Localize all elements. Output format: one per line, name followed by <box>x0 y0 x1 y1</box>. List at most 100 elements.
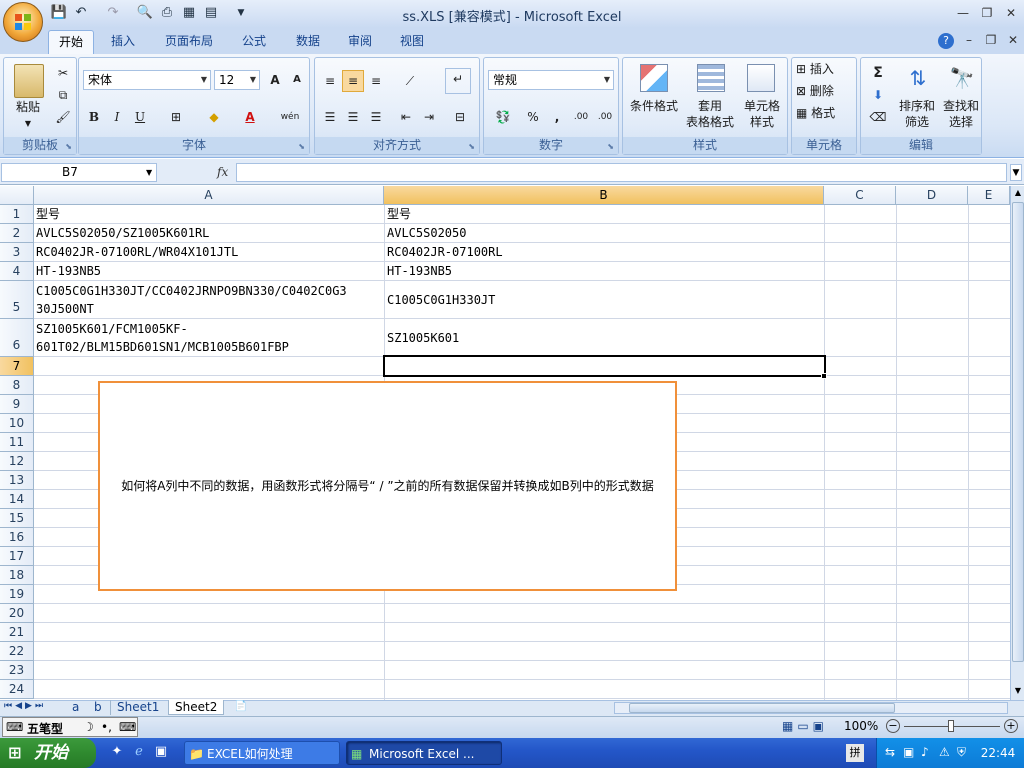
find-select-button[interactable]: 选择 <box>939 115 983 130</box>
percent-button[interactable]: % <box>522 106 544 128</box>
sort-filter-button[interactable]: 筛选 <box>895 115 939 130</box>
font-name-combo[interactable]: 宋体 ▼ <box>83 70 211 90</box>
tray-volume-icon[interactable]: ♪ <box>921 745 929 759</box>
number-format-dropdown-icon[interactable]: ▼ <box>604 71 610 89</box>
zoom-out-icon[interactable]: − <box>886 719 900 733</box>
row-header-2[interactable]: 2 <box>0 224 34 243</box>
row-header-22[interactable]: 22 <box>0 642 34 661</box>
workbook-minimize-icon[interactable]: – <box>958 32 980 48</box>
row-header-23[interactable]: 23 <box>0 661 34 680</box>
row-header-10[interactable]: 10 <box>0 414 34 433</box>
insert-sheet-icon[interactable]: 📄 <box>230 701 252 714</box>
row-header-20[interactable]: 20 <box>0 604 34 623</box>
tray-display-icon[interactable]: ▣ <box>903 745 914 759</box>
cell-b1[interactable]: 型号 <box>387 205 821 223</box>
tray-security-icon[interactable]: ⚠ <box>939 745 950 759</box>
row-header-24[interactable]: 24 <box>0 680 34 699</box>
row-header-1[interactable]: 1 <box>0 205 34 224</box>
align-top-icon[interactable]: ≡ <box>319 70 341 92</box>
clear-icon[interactable]: ⌫ <box>867 106 889 128</box>
horizontal-scrollbar[interactable] <box>614 702 1008 714</box>
workbook-restore-icon[interactable]: ❐ <box>980 32 1002 48</box>
align-left-icon[interactable]: ☰ <box>319 106 341 128</box>
cell-a3[interactable]: RC0402JR-07100RL/WR04X101JTL <box>36 243 382 261</box>
font-size-combo[interactable]: 12 ▼ <box>214 70 260 90</box>
row-header-6[interactable]: 6 <box>0 319 34 357</box>
currency-icon[interactable]: 💱 <box>488 106 518 128</box>
font-size-dropdown-icon[interactable]: ▼ <box>250 71 256 89</box>
quicklaunch-desktop-icon[interactable]: ▣ <box>152 744 170 762</box>
tab-review[interactable]: 审阅 <box>338 30 382 54</box>
sheet-tab-a[interactable]: a <box>66 700 85 715</box>
punctuation-icon[interactable]: •, <box>101 720 112 734</box>
workbook-close-icon[interactable]: ✕ <box>1002 32 1024 48</box>
select-all-corner[interactable] <box>0 186 34 205</box>
row-header-17[interactable]: 17 <box>0 547 34 566</box>
cell-b5[interactable]: C1005C0G1H330JT <box>387 291 821 309</box>
spreadsheet-grid[interactable]: A B C D E 1 2 3 4 5 6 7 8 9 10 11 12 13 … <box>0 186 1010 700</box>
tray-shield-icon[interactable]: ⛨ <box>957 745 966 760</box>
fill-handle[interactable] <box>821 373 827 379</box>
cell-styles-button[interactable]: 样式 <box>737 115 787 130</box>
half-width-icon[interactable]: ☽ <box>83 720 94 734</box>
orientation-icon[interactable]: ⟋ <box>395 70 425 92</box>
underline-button[interactable]: U <box>129 106 151 128</box>
number-launcher-icon[interactable]: ⬊ <box>607 142 614 151</box>
zoom-in-icon[interactable]: + <box>1004 719 1018 733</box>
row-header-8[interactable]: 8 <box>0 376 34 395</box>
delete-cells-button[interactable]: ⊠ 删除 <box>796 84 856 99</box>
expand-formula-bar-icon[interactable]: ▼ <box>1010 164 1022 181</box>
cell-a2[interactable]: AVLC5S02050/SZ1005K601RL <box>36 224 382 242</box>
name-box-dropdown-icon[interactable]: ▼ <box>146 164 152 181</box>
cell-styles-line1[interactable]: 单元格 <box>737 99 787 114</box>
row-header-5[interactable]: 5 <box>0 281 34 319</box>
tab-home[interactable]: 开始 <box>48 30 94 54</box>
minimize-icon[interactable]: — <box>952 5 974 21</box>
scroll-up-icon[interactable]: ▲ <box>1012 186 1024 200</box>
cell-a6[interactable]: SZ1005K601/FCM1005KF- 601T02/BLM15BD601S… <box>36 320 382 356</box>
row-header-18[interactable]: 18 <box>0 566 34 585</box>
paste-dropdown-icon[interactable]: ▼ <box>22 116 34 131</box>
tab-formulas[interactable]: 公式 <box>232 30 276 54</box>
decrease-indent-icon[interactable]: ⇤ <box>395 106 417 128</box>
cell-a4[interactable]: HT-193NB5 <box>36 262 382 280</box>
column-header-a[interactable]: A <box>34 186 384 205</box>
increase-decimal-button[interactable]: .00 <box>570 106 592 128</box>
format-cells-button[interactable]: ▦ 格式 <box>796 106 856 121</box>
italic-button[interactable]: I <box>106 106 128 128</box>
help-icon[interactable]: ? <box>938 33 954 49</box>
row-header-16[interactable]: 16 <box>0 528 34 547</box>
tray-network-icon[interactable]: ⇆ <box>885 745 895 759</box>
cut-icon[interactable]: ✂ <box>52 62 74 84</box>
copy-icon[interactable]: ⧉ <box>52 84 74 106</box>
tab-page-layout[interactable]: 页面布局 <box>156 30 222 54</box>
row-header-19[interactable]: 19 <box>0 585 34 604</box>
borders-icon[interactable]: ⊞ <box>165 106 187 128</box>
row-header-21[interactable]: 21 <box>0 623 34 642</box>
font-launcher-icon[interactable]: ⬊ <box>298 142 305 151</box>
format-painter-icon[interactable]: 🖌 <box>52 106 74 128</box>
sheet-nav-icons[interactable]: ⏮◀▶⏭ <box>4 701 64 711</box>
sheet-tab-sheet2[interactable]: Sheet2 <box>168 700 225 715</box>
sheet-tab-b[interactable]: b <box>88 700 108 715</box>
row-header-3[interactable]: 3 <box>0 243 34 262</box>
cell-b3[interactable]: RC0402JR-07100RL <box>387 243 821 261</box>
cell-a5[interactable]: C1005C0G1H330JT/CC0402JRNPO9BN330/C0402C… <box>36 282 382 318</box>
insert-function-button[interactable]: fx <box>160 163 234 182</box>
selected-cell-b7[interactable] <box>383 355 826 377</box>
tab-data[interactable]: 数据 <box>286 30 330 54</box>
question-textbox[interactable]: 如何将A列中不同的数据，用函数形式将分隔号“ / ”之前的所有数据保留并转换成如… <box>98 381 677 591</box>
autosum-button[interactable]: Σ <box>867 62 889 84</box>
align-bottom-icon[interactable]: ≡ <box>365 70 387 92</box>
formula-input[interactable] <box>236 163 1007 182</box>
column-header-e[interactable]: E <box>968 186 1010 205</box>
find-select-line1[interactable]: 查找和 <box>939 99 983 114</box>
row-header-11[interactable]: 11 <box>0 433 34 452</box>
clipboard-launcher-icon[interactable]: ⬊ <box>65 142 72 151</box>
format-as-table-button[interactable]: 表格格式 <box>681 115 739 130</box>
cell-b2[interactable]: AVLC5S02050 <box>387 224 821 242</box>
row-header-9[interactable]: 9 <box>0 395 34 414</box>
column-header-c[interactable]: C <box>824 186 896 205</box>
view-buttons-icon[interactable]: ▦▭▣ <box>782 719 838 733</box>
cell-b4[interactable]: HT-193NB5 <box>387 262 821 280</box>
